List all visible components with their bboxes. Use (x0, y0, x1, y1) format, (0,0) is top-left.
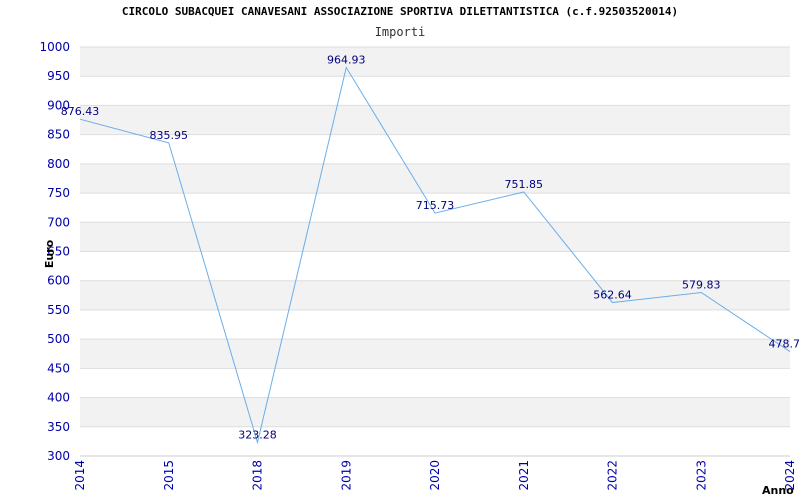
x-tick-label: 2018 (251, 460, 265, 491)
data-label: 835.95 (150, 129, 189, 142)
data-label: 715.73 (416, 199, 455, 212)
y-tick-label: 300 (47, 449, 70, 463)
y-tick-label: 350 (47, 420, 70, 434)
y-tick-label: 750 (47, 186, 70, 200)
background-bands (80, 47, 790, 427)
x-tick-label: 2023 (694, 460, 708, 491)
grid-band (80, 339, 790, 369)
y-tick-label: 800 (47, 157, 70, 171)
x-axis-label: Anno (762, 484, 794, 497)
y-tick-label: 550 (47, 303, 70, 317)
x-tick-label: 2020 (428, 460, 442, 491)
data-label: 876.43 (61, 105, 100, 118)
x-tick-label: 2021 (517, 460, 531, 491)
grid-band (80, 222, 790, 252)
y-tick-label: 600 (47, 274, 70, 288)
y-tick-label: 950 (47, 69, 70, 83)
data-label: 562.64 (593, 289, 632, 302)
y-axis-label: Euro (43, 239, 56, 268)
data-label: 478.7 (769, 338, 800, 351)
x-tick-label: 2022 (606, 460, 620, 491)
y-tick-label: 400 (47, 391, 70, 405)
line-chart: 3003504004505005506006507007508008509009… (39, 40, 800, 497)
x-axis-ticks: 2014 2015 2018 2019 2020 2021 2022 2023 2024 (73, 460, 797, 491)
x-tick-label: 2014 (73, 460, 87, 491)
grid-band (80, 47, 790, 77)
y-tick-label: 1000 (39, 40, 70, 54)
x-tick-label: 2015 (162, 460, 176, 491)
y-tick-label: 450 (47, 361, 70, 375)
grid-band (80, 163, 790, 194)
data-label: 751.85 (505, 178, 544, 191)
y-tick-label: 500 (47, 332, 70, 346)
x-tick-label: 2019 (339, 460, 353, 491)
grid-band (80, 397, 790, 427)
data-label: 964.93 (327, 53, 366, 66)
data-label: 579.83 (682, 278, 721, 291)
data-label: 323.28 (238, 428, 277, 441)
y-tick-label: 700 (47, 215, 70, 229)
y-tick-label: 850 (47, 128, 70, 142)
